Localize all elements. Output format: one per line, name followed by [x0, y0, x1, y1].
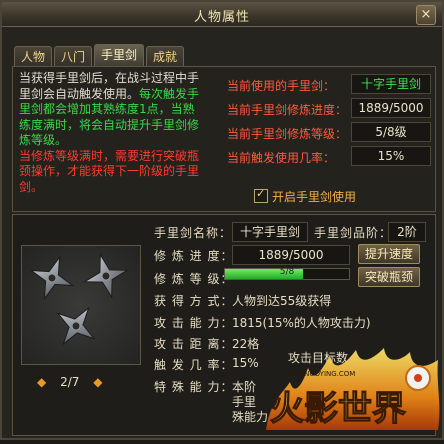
desc-line: 当获得手里剑后，在战斗过程中手 — [19, 71, 200, 85]
attack-value: 1815(15%的人物攻击力) — [232, 316, 371, 330]
tab-shuriken[interactable]: 手里剑 — [94, 44, 144, 67]
game-logo-watermark: WWW.NUOYING.COM 火影世界 — [260, 342, 444, 440]
desc-line: 里剑会自动触发使用。 — [19, 86, 140, 101]
close-button[interactable]: × — [416, 5, 436, 25]
level-label: 当前手里剑修炼等级： — [227, 127, 348, 141]
desc-line: 颈操作，才能获得下一阶级的手里 — [19, 164, 200, 178]
rank-label: 手里剑品阶： — [314, 226, 393, 240]
window-title: 人物属性 — [193, 10, 250, 25]
shuriken-image — [21, 245, 141, 365]
break-bottleneck-button[interactable]: 突破瓶颈 — [358, 267, 420, 287]
desc-line: 剑。 — [19, 179, 44, 194]
distance-label: 攻 击 距 离： — [154, 337, 234, 351]
obtain-value: 人物到达55级获得 — [232, 294, 332, 308]
attack-label: 攻 击 能 力： — [154, 316, 234, 330]
special-label: 特 殊 能 力： — [154, 380, 234, 394]
level-value: 5/8级 — [351, 122, 431, 142]
level-progress-bar: 5/8 — [224, 267, 350, 280]
prev-arrow-icon[interactable]: ◆ — [37, 375, 46, 389]
checkbox-checked-icon[interactable] — [254, 187, 268, 203]
flame-logo-icon: WWW.NUOYING.COM 火影世界 — [266, 348, 440, 430]
page-indicator: 2/7 — [60, 375, 80, 389]
progress-detail-label: 修 炼 进 度： — [154, 249, 234, 263]
name-label: 手里剑名称： — [154, 226, 233, 240]
current-shuriken-value: 十字手里剑 — [351, 74, 431, 94]
trigger-detail-value: 15% — [232, 356, 259, 370]
shuriken-overview-panel: 当获得手里剑后，在战斗过程中手 里剑会自动触发使用。每次触发手 里剑都会增加其熟… — [12, 66, 436, 212]
progress-label: 当前手里剑修炼进度： — [227, 103, 348, 117]
description-text: 当获得手里剑后，在战斗过程中手 里剑会自动触发使用。每次触发手 里剑都会增加其熟… — [19, 71, 219, 195]
current-shuriken-label: 当前使用的手里剑： — [227, 79, 336, 93]
name-value: 十字手里剑 — [232, 222, 308, 242]
desc-line: 炼等级。 — [19, 133, 68, 147]
trigger-detail-label: 触 发 几 率： — [154, 358, 234, 372]
trigger-rate-label: 当前触发使用几率： — [227, 151, 336, 165]
character-attributes-window: 人物属性 × 人物 八门 手里剑 成就 当获得手里剑后，在战斗过程中手 里剑会自… — [0, 0, 444, 440]
tab-achievements[interactable]: 成就 — [146, 46, 184, 67]
distance-value: 22格 — [232, 337, 260, 351]
progress-value: 1889/5000 — [351, 98, 431, 118]
obtain-label: 获 得 方 式： — [154, 294, 234, 308]
desc-line: 练度满时，将会自动提升手里剑修 — [19, 117, 200, 132]
rank-value: 2阶 — [388, 222, 426, 242]
level-progress-text: 5/8 — [279, 267, 295, 277]
desc-line: 里剑都会增加其熟练度1点，当熟 — [19, 102, 195, 116]
title-bar: 人物属性 × — [2, 2, 442, 27]
tab-character[interactable]: 人物 — [14, 46, 52, 67]
enable-shuriken-label: 开启手里剑使用 — [272, 190, 357, 204]
progress-detail-value: 1889/5000 — [232, 245, 350, 265]
pager: ◆ 2/7 ◆ — [37, 375, 102, 389]
logo-title-text: 火影世界 — [270, 389, 406, 429]
enable-shuriken-toggle[interactable]: 开启手里剑使用 — [254, 187, 357, 205]
desc-line: 每次触发手 — [139, 86, 200, 101]
desc-line: 当修炼等级满时，需要进行突破瓶 — [19, 148, 200, 163]
tab-eight-gates[interactable]: 八门 — [54, 46, 92, 67]
trigger-rate-value: 15% — [351, 146, 431, 166]
next-arrow-icon[interactable]: ◆ — [93, 375, 102, 389]
level-detail-label: 修 炼 等 级： — [154, 272, 234, 286]
boost-speed-button[interactable]: 提升速度 — [358, 244, 420, 264]
shuriken-icon — [29, 253, 129, 346]
logo-url-text: WWW.NUOYING.COM — [282, 370, 355, 378]
